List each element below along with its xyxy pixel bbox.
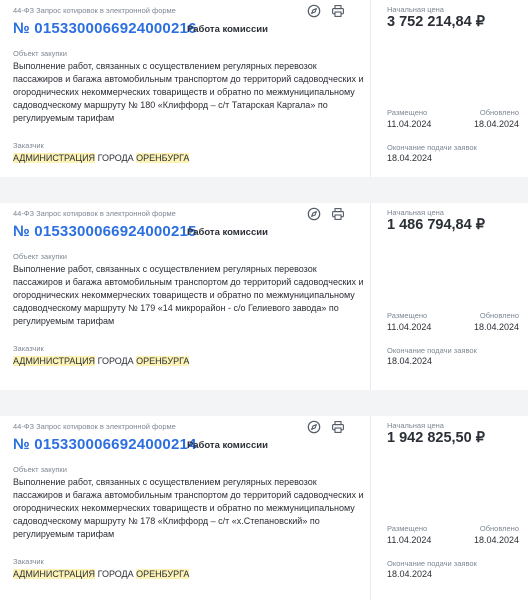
price-label: Начальная цена [387,421,444,430]
posted-date: 11.04.2024 [387,322,432,332]
object-description: Выполнение работ, связанных с осуществле… [13,264,364,326]
card-main: 44-ФЗ Запрос котировок в электронной фор… [0,0,371,177]
initial-price: 1 942 825,50 ₽ [387,430,485,446]
object-description: Выполнение работ, связанных с осуществле… [13,477,364,539]
updated-label: Обновлено [479,108,519,117]
posted-label: Размещено [387,311,428,320]
customer-word: ОРЕНБУРГА [136,153,190,163]
card-side: Начальная цена 1 942 825,50 ₽ Размещено … [372,416,528,600]
print-icon[interactable] [331,420,345,434]
updated-date: 18.04.2024 [473,322,519,332]
tender-card: 44-ФЗ Запрос котировок в электронной фор… [0,203,528,390]
compass-icon[interactable] [307,4,321,18]
customer-word: АДМИНИСТРАЦИЯ [13,569,96,579]
customer-link[interactable]: АДМИНИСТРАЦИЯ ГОРОДА ОРЕНБУРГА [13,569,190,579]
object-description: Выполнение работ, связанных с осуществле… [13,61,364,123]
customer-word: ОРЕНБУРГА [136,356,190,366]
compass-icon[interactable] [307,207,321,221]
customer-word: АДМИНИСТРАЦИЯ [13,153,96,163]
procurement-type: 44-ФЗ Запрос котировок в электронной фор… [13,6,176,15]
print-icon[interactable] [331,207,345,221]
deadline-label: Окончание подачи заявок [387,559,477,568]
price-label: Начальная цена [387,208,444,217]
status-label: Работа комиссии [187,227,268,238]
customer-word: ГОРОДА [97,153,134,163]
updated-label: Обновлено [479,524,519,533]
compass-icon[interactable] [307,420,321,434]
deadline-label: Окончание подачи заявок [387,346,477,355]
customer-link[interactable]: АДМИНИСТРАЦИЯ ГОРОДА ОРЕНБУРГА [13,153,190,163]
updated-date: 18.04.2024 [473,119,519,129]
object-label: Объект закупки [13,465,67,474]
posted-label: Размещено [387,108,428,117]
deadline-date: 18.04.2024 [387,569,433,579]
customer-link[interactable]: АДМИНИСТРАЦИЯ ГОРОДА ОРЕНБУРГА [13,356,190,366]
customer-label: Заказчик [13,141,44,150]
tender-number-link[interactable]: № 0153300066924000215 [13,223,197,240]
deadline-date: 18.04.2024 [387,153,433,163]
procurement-type: 44-ФЗ Запрос котировок в электронной фор… [13,422,176,431]
print-icon[interactable] [331,4,345,18]
card-main: 44-ФЗ Запрос котировок в электронной фор… [0,416,371,600]
deadline-label: Окончание подачи заявок [387,143,477,152]
card-side: Начальная цена 1 486 794,84 ₽ Размещено … [372,203,528,390]
deadline-date: 18.04.2024 [387,356,433,366]
status-label: Работа комиссии [187,24,268,35]
posted-date: 11.04.2024 [387,535,432,545]
tender-card: 44-ФЗ Запрос котировок в электронной фор… [0,0,528,177]
procurement-type: 44-ФЗ Запрос котировок в электронной фор… [13,209,176,218]
card-main: 44-ФЗ Запрос котировок в электронной фор… [0,203,371,390]
initial-price: 1 486 794,84 ₽ [387,217,485,233]
tender-number-link[interactable]: № 0153300066924000214 [13,436,197,453]
posted-label: Размещено [387,524,428,533]
customer-word: ОРЕНБУРГА [136,569,190,579]
customer-word: АДМИНИСТРАЦИЯ [13,356,96,366]
customer-label: Заказчик [13,557,44,566]
card-side: Начальная цена 3 752 214,84 ₽ Размещено … [372,0,528,177]
updated-label: Обновлено [479,311,519,320]
tender-number-link[interactable]: № 0153300066924000216 [13,20,197,37]
status-label: Работа комиссии [187,440,268,451]
customer-word: ГОРОДА [97,356,134,366]
price-label: Начальная цена [387,5,444,14]
customer-label: Заказчик [13,344,44,353]
updated-date: 18.04.2024 [473,535,519,545]
initial-price: 3 752 214,84 ₽ [387,14,485,30]
tender-card: 44-ФЗ Запрос котировок в электронной фор… [0,416,528,600]
object-label: Объект закупки [13,49,67,58]
customer-word: ГОРОДА [97,569,134,579]
object-label: Объект закупки [13,252,67,261]
posted-date: 11.04.2024 [387,119,432,129]
